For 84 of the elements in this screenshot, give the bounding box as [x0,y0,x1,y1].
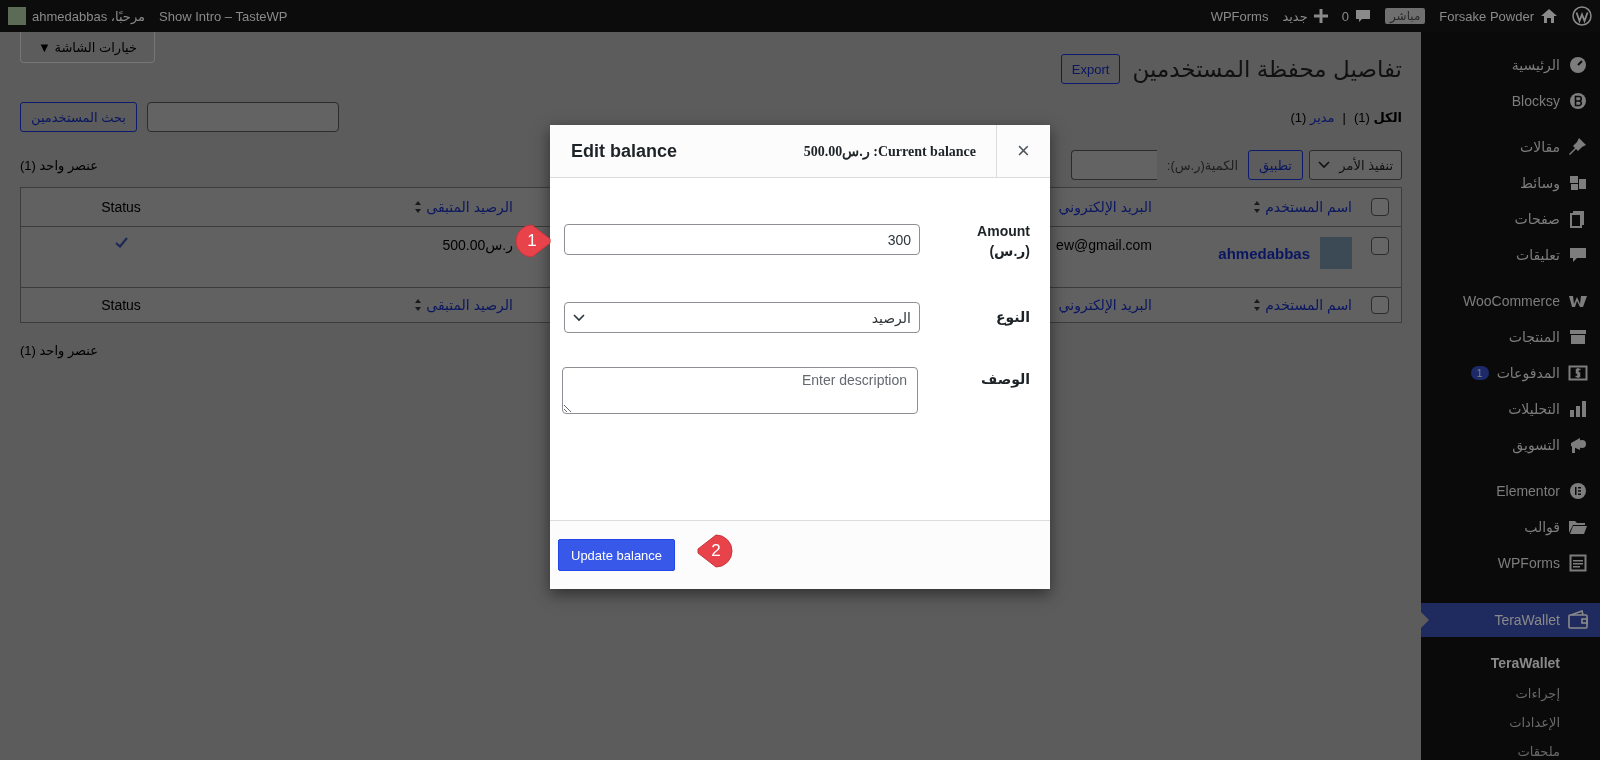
megaphone-icon [1568,435,1588,455]
avatar-photo-placeholder [1320,237,1352,269]
menu-item[interactable]: الرئيسية [1421,47,1600,83]
row-checkbox[interactable] [1370,237,1389,255]
pushpin-icon [1568,137,1588,157]
menu-item[interactable]: تعليقات [1421,237,1600,273]
current-balance-text: Current balance: ر.س500.00 [803,142,977,160]
menu-item[interactable]: التحليلات [1421,391,1600,427]
description-field[interactable]: Enter description [562,367,918,414]
submenu-item[interactable]: الإعدادات [1421,708,1600,737]
site-name-link[interactable]: Forsake Powder [1439,8,1534,24]
close-button[interactable]: × [996,125,1050,177]
update-balance-button[interactable]: Update balance [558,539,676,571]
column-header[interactable]: البريد الإلكتروني [1058,199,1152,215]
wpforms-link[interactable]: WPForms [1210,8,1269,24]
menu-item[interactable]: التسويق [1421,427,1600,463]
search-field[interactable] [147,102,339,132]
bar-chart-icon [1568,399,1588,419]
plus-icon[interactable] [1313,9,1328,23]
select-all-checkbox[interactable] [1370,198,1389,216]
screen-options-tab[interactable]: خيارات الشاشة ▼ [20,32,155,63]
menu-item[interactable]: المنتجات [1421,319,1600,355]
table-cell: ر.س500.00 [442,237,513,253]
separator: | [1342,109,1346,125]
chevron-down-icon [1318,161,1330,169]
items-count: عنصر واحد (1) [20,343,98,358]
menu-item[interactable]: Elementor [1421,473,1600,509]
menu-item[interactable]: صفحات [1421,201,1600,237]
sort-arrows-icon[interactable] [414,298,423,312]
page-title: تفاصيل محفظة المستخدمين [1132,55,1402,83]
amount-field[interactable]: 300 [564,224,920,255]
letter-e-icon [1568,481,1588,501]
archive-box-icon [1568,327,1588,347]
submenu-item[interactable]: TeraWallet [1421,647,1600,679]
username-link[interactable]: ahmedabbas [1218,244,1310,262]
menu-item[interactable]: Blocksy [1421,83,1600,119]
new-link[interactable]: جديد [1282,8,1308,24]
items-count: عنصر واحد (1) [20,157,98,173]
menu-item[interactable]: WPForms [1421,545,1600,581]
column-header: Status [101,199,141,215]
count-badge: 1 [1470,366,1489,380]
media-icon [1568,173,1588,193]
amount-field[interactable] [1070,150,1157,180]
submenu-item[interactable]: إجراءات [1421,679,1600,708]
menu-item[interactable]: مقالات [1421,129,1600,165]
menu-item[interactable]: قوالب [1421,509,1600,545]
site-title-link[interactable]: Show Intro – TasteWP [159,8,288,24]
column-header[interactable]: الرصيد المتبقى [426,199,513,215]
menu-item[interactable]: وسائط [1421,165,1600,201]
comment-icon[interactable] [1354,8,1371,24]
table-cell: ew@gmail.com [1056,237,1152,253]
submenu-item[interactable]: ملحقات [1421,737,1600,760]
wallet-icon [1568,610,1588,630]
column-header[interactable]: البريد الإلكتروني [1058,297,1152,313]
comment-count: 0 [1341,8,1349,24]
description-label: الوصف [979,370,1030,389]
column-header: Status [101,297,141,313]
column-header[interactable]: اسم المستخدم [1265,297,1352,313]
amount-label: Amount (ر.س) [976,222,1030,261]
amount-label: الكمية(ر.س): [1166,157,1238,173]
type-label: النوع [994,308,1030,328]
menu-item[interactable]: TeraWallet [1421,603,1600,637]
sort-arrows-icon[interactable] [414,200,423,214]
bulk-action-select[interactable]: تنفيذ الأمر [1309,150,1402,180]
column-header[interactable]: الرصيد المتبقى [426,297,513,313]
callout-marker: 1 [514,223,552,259]
type-select[interactable]: الرصيد [564,302,920,333]
wordpress-logo-icon[interactable] [1572,6,1592,26]
sort-arrows-icon[interactable] [1253,298,1262,312]
home-icon[interactable] [1540,7,1558,25]
gauge-icon [1568,55,1588,75]
select-all-checkbox[interactable] [1370,296,1389,314]
chevron-down-icon [573,313,585,322]
speech-bubble-icon [1568,245,1588,265]
dollar-icon [1568,363,1588,383]
callout-marker: 2 [696,533,734,569]
menu-item[interactable]: WooCommerce [1421,283,1600,319]
sort-arrows-icon[interactable] [1253,200,1262,214]
column-header[interactable]: اسم المستخدم [1265,199,1352,215]
modal-title: Edit balance [571,140,679,162]
form-icon [1568,553,1588,573]
live-badge: مباشر [1384,8,1426,24]
greeting-link[interactable]: مرحبًا، ahmedabbas [32,8,146,24]
letter-b-icon [1568,91,1588,111]
